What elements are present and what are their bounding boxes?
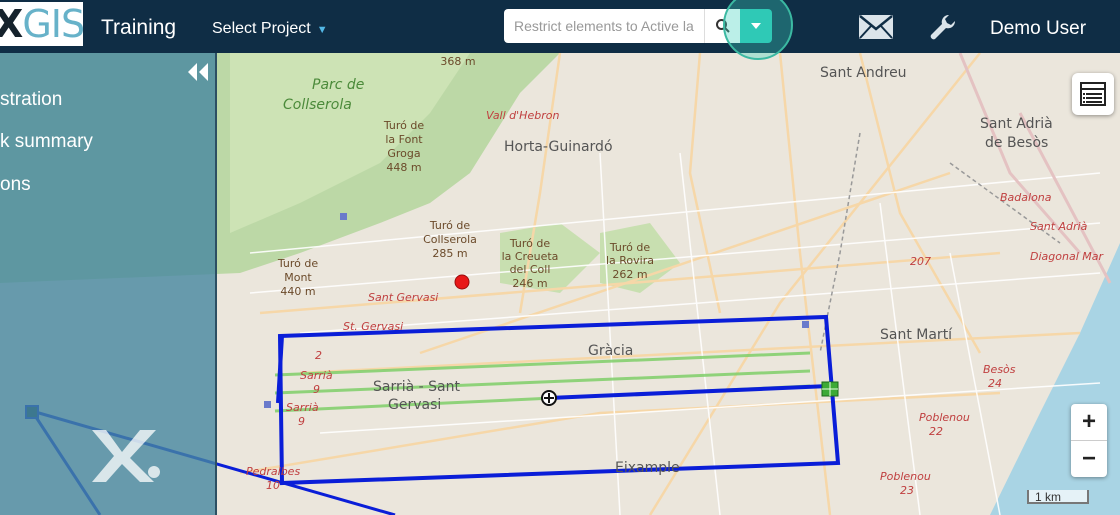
label-parc: Parc de [312,77,364,93]
map-label: Vall d'Hebron [486,109,559,122]
map-label: Sarrià - Sant [373,379,460,395]
map-label: 22 [929,425,943,438]
layer-table-button[interactable] [1072,73,1114,115]
map-label: Sant Andreu [820,65,907,81]
sidebar-item-work-summary[interactable]: k summary [0,131,93,153]
map-label: Sarrià [286,401,319,414]
map-label: Turó de [383,119,425,132]
map-label: Poblenou [919,411,970,424]
map-label: Sant Martí [880,327,953,343]
map-label: Turó de [429,219,471,232]
map-label: 440 m [280,285,315,298]
map-label: 285 m [432,247,467,260]
label-parc2: Collserola [283,97,352,113]
map-label: Poblenou [880,470,931,483]
map-label: Diagonal Mar [1030,250,1104,263]
app-title: Training [101,16,177,39]
map-label: St. Gervasi [343,320,403,333]
wrench-icon[interactable] [928,12,958,42]
map-label: Horta-Guinardó [504,139,613,155]
map-label: del Coll [510,263,551,276]
map-label: 448 m [386,161,421,174]
map-label: Collserola [423,233,477,246]
search-input[interactable] [504,9,704,43]
envelope-icon[interactable] [858,13,894,41]
map-label: Sant Gervasi [368,291,438,304]
sidebar: stration k summary ons [0,53,217,515]
map-label: la Creueta [502,250,559,263]
map-label: 23 [900,484,914,497]
sidebar-item-options[interactable]: ons [0,174,31,196]
map-label: 10 [266,479,280,492]
search-options-dropdown-button[interactable] [740,9,772,43]
map-label: 262 m [612,268,647,281]
map-label: Turó de [277,257,319,270]
map-label: Mont [284,271,312,284]
map-label: Sant Adrià [1030,220,1088,233]
zoom-out-button[interactable]: − [1071,441,1107,477]
zoom-control: + − [1071,404,1107,477]
scale-bar: 1 km [1027,490,1089,504]
table-list-icon [1080,82,1106,106]
zoom-in-button[interactable]: + [1071,404,1107,441]
map-label: Turó de [509,237,551,250]
map-label: Eixample [615,460,680,476]
map-label: 207 [910,255,931,268]
caret-down-icon [751,23,761,29]
map-label: 9 [313,383,320,396]
xgis-watermark-icon [92,430,160,482]
map-label: 2 [315,349,322,362]
map-label: Gervasi [388,397,441,413]
map-label: 24 [988,377,1002,390]
double-chevron-left-icon[interactable] [186,61,210,83]
map-label: Besòs [983,363,1016,376]
map-label: Gràcia [588,343,633,359]
user-menu[interactable]: Demo User [990,18,1086,40]
map-label: 246 m [512,277,547,290]
map-label: la Rovira [606,254,654,267]
map-label: Pedralbes [246,465,300,478]
caret-down-icon: ▼ [316,24,328,36]
map-label: 368 m [440,55,475,68]
map-label: de Besòs [985,135,1048,151]
map-label: Sant Adrià [980,116,1053,132]
select-project-dropdown[interactable]: Select Project ▼ [212,20,328,38]
map-label: Groga [387,147,420,160]
map-label: la Font [385,133,423,146]
map-label: Badalona [1000,191,1052,204]
map-label: Sarrià [300,369,333,382]
map-label: 9 [298,415,305,428]
top-bar: XGIS Training Select Project ▼ Demo User [0,0,1120,60]
sidebar-item-administration[interactable]: stration [0,89,62,111]
map-label: Turó de [609,241,651,254]
select-project-label: Select Project [212,20,311,37]
xgis-logo[interactable]: X GIS [0,2,83,46]
